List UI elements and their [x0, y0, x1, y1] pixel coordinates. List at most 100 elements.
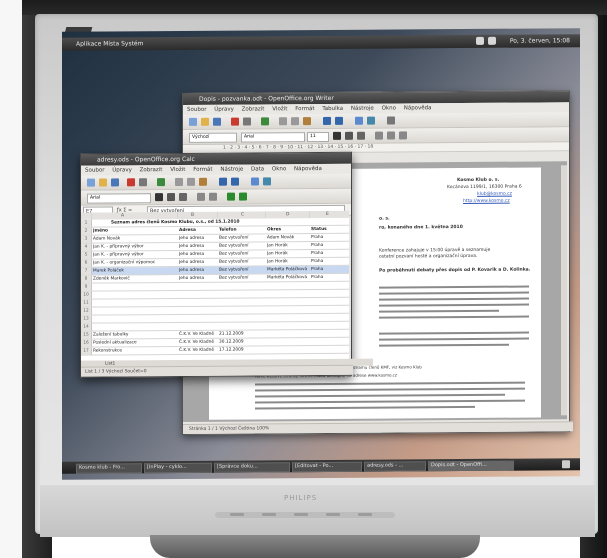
taskbar-item-active[interactable]: Dopis.odt - OpenOffi...	[428, 460, 514, 472]
column-header[interactable]: E	[326, 211, 329, 218]
table-cell[interactable]: Bez vytvoření	[219, 234, 265, 241]
table-cell[interactable]: Bez vytvoření	[219, 258, 265, 265]
redo-icon[interactable]	[335, 116, 343, 125]
table-cell[interactable]: Jeho adresa	[179, 243, 217, 250]
paste-icon[interactable]	[199, 177, 207, 186]
company-web[interactable]: http://www.kosmo.cz	[463, 199, 510, 204]
table-cell[interactable]: Jeho adresa	[179, 259, 217, 266]
trash-icon[interactable]	[562, 460, 570, 469]
table-cell[interactable]: Jeho adresa	[179, 267, 217, 274]
table-cell[interactable]: Jan K. - přípravný výbor	[93, 251, 177, 259]
currency-icon[interactable]	[227, 192, 235, 201]
menu-item[interactable]: Nápověda	[294, 166, 322, 172]
table-cell[interactable]: 21.12.2009	[219, 330, 265, 337]
redo-icon[interactable]	[231, 177, 239, 186]
table-cell[interactable]: 30.12.2009	[219, 338, 265, 345]
volume-icon[interactable]	[488, 36, 496, 45]
table-cell[interactable]: Jan Horák	[267, 242, 309, 249]
menu-item[interactable]: Vložit	[170, 167, 185, 173]
new-icon[interactable]	[189, 117, 197, 126]
copy-icon[interactable]	[291, 117, 299, 126]
chart-icon[interactable]	[263, 177, 271, 186]
save-icon[interactable]	[111, 178, 119, 187]
table-header-cell[interactable]: Status	[311, 226, 347, 233]
font-select[interactable]: Arial	[241, 132, 305, 143]
calc-window[interactable]: adresy.ods - OpenOffice.org Calc Soubor …	[80, 151, 373, 378]
new-icon[interactable]	[87, 178, 95, 187]
menu-item[interactable]: Formát	[193, 167, 212, 173]
table-cell[interactable]: 17.12.2009	[219, 346, 265, 353]
monitor-button[interactable]	[262, 513, 276, 516]
menu-item[interactable]: Data	[251, 166, 264, 172]
table-cell[interactable]: Praha	[311, 234, 347, 241]
column-header[interactable]: C	[241, 212, 244, 219]
undo-icon[interactable]	[323, 116, 331, 125]
table-cell[interactable]: Č.K.V. Ve Kladně	[179, 339, 217, 346]
table-cell[interactable]: Praha	[311, 258, 347, 265]
monitor-button[interactable]	[358, 513, 372, 516]
table-cell[interactable]: Č.K.V. Ve Kladně	[179, 347, 217, 354]
print-icon[interactable]	[139, 178, 147, 187]
bold-icon[interactable]	[333, 131, 341, 140]
network-icon[interactable]	[476, 36, 484, 45]
pdf-icon[interactable]	[231, 117, 239, 126]
table-header-cell[interactable]: Telefon	[219, 226, 265, 233]
menu-item[interactable]: Okno	[272, 166, 286, 172]
table-cell[interactable]: Praha	[311, 266, 347, 273]
open-icon[interactable]	[201, 117, 209, 126]
percent-icon[interactable]	[239, 192, 247, 201]
table-cell[interactable]: Č.K.V. Ve Kladně	[179, 331, 217, 338]
menu-item[interactable]: Úpravy	[112, 167, 132, 173]
spreadsheet-grid[interactable]: 1 Seznam adres členů Kosmo Klubu, o.s., …	[81, 217, 349, 366]
menu-item[interactable]: Vložit	[272, 106, 287, 112]
table-cell[interactable]: Jeho adresa	[179, 275, 217, 282]
open-icon[interactable]	[99, 178, 107, 187]
menu-item[interactable]: Zobrazit	[140, 167, 163, 173]
menu-item[interactable]: Nápověda	[404, 105, 432, 111]
menu-item[interactable]: Nástroje	[220, 167, 243, 173]
menu-item[interactable]: Úpravy	[214, 107, 234, 113]
menu-item[interactable]: Zobrazit	[242, 106, 265, 112]
table-cell[interactable]: Jan K. - organizační výpomoc	[93, 259, 177, 267]
table-icon[interactable]	[355, 116, 363, 125]
paragraph-style-select[interactable]: Výchozí	[189, 132, 237, 143]
table-row[interactable]: 17 Rekonstrukce Č.K.V. Ve Kladně 17.12.2…	[81, 345, 349, 356]
column-header[interactable]: D	[286, 211, 289, 218]
align-left-icon[interactable]	[197, 192, 205, 201]
table-cell[interactable]: Jan K. - přípravný výbor	[93, 243, 177, 251]
table-cell[interactable]: Praha	[311, 274, 347, 281]
table-cell[interactable]: Marek Poláček	[93, 267, 177, 275]
bold-icon[interactable]	[155, 193, 163, 202]
sheet-header-cell[interactable]: Seznam adres členů Kosmo Klubu, o.s., od…	[111, 218, 311, 226]
chart-icon[interactable]	[367, 116, 375, 125]
table-cell[interactable]: Poslední aktualizace	[93, 339, 177, 347]
spellcheck-icon[interactable]	[261, 117, 269, 126]
menu-item[interactable]: Nástroje	[351, 106, 374, 112]
paste-icon[interactable]	[303, 117, 311, 126]
table-cell[interactable]: Bez vytvoření	[219, 266, 265, 273]
underline-icon[interactable]	[179, 192, 187, 201]
table-cell[interactable]: Jan Horák	[267, 250, 309, 257]
taskbar-item[interactable]: [Správce doku...	[214, 462, 290, 473]
menu-item[interactable]: Soubor	[85, 168, 104, 174]
align-left-icon[interactable]	[375, 131, 383, 140]
company-email[interactable]: klub@kosmo.cz	[477, 192, 512, 197]
monitor-button[interactable]	[294, 513, 308, 516]
table-cell[interactable]: Rekonstrukce	[93, 347, 177, 355]
table-cell[interactable]: Jeho adresa	[179, 251, 217, 258]
table-header-cell[interactable]: Adresa	[179, 227, 217, 234]
align-center-icon[interactable]	[209, 192, 217, 201]
table-cell[interactable]: Jan Horák	[267, 258, 309, 265]
monitor-button[interactable]	[326, 513, 340, 516]
align-right-icon[interactable]	[399, 131, 407, 140]
table-cell[interactable]: Jeho adresa	[179, 235, 217, 242]
monitor-button[interactable]	[230, 513, 244, 516]
table-header-cell[interactable]: Jméno	[93, 227, 177, 235]
menu-item[interactable]: Okno	[382, 105, 396, 111]
sort-icon[interactable]	[251, 177, 259, 186]
table-cell[interactable]: Adam Novák	[93, 235, 177, 243]
table-cell[interactable]: Markéta Poláčková	[267, 274, 309, 281]
copy-icon[interactable]	[187, 177, 195, 186]
align-center-icon[interactable]	[387, 131, 395, 140]
column-header[interactable]: A	[121, 212, 124, 219]
